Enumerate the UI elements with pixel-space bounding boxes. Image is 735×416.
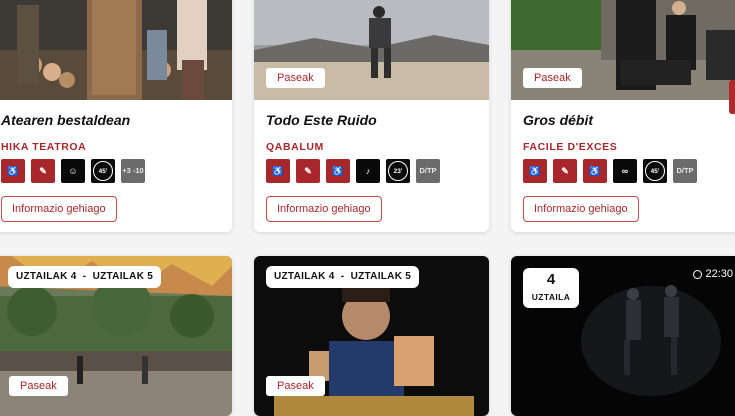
more-info-button[interactable]: Informazio gehiago — [1, 196, 117, 222]
company-name: QABALUM — [266, 141, 324, 153]
audio-description-icon: ♿ — [1, 159, 25, 183]
hearing-loop-icon: ✎ — [296, 159, 320, 183]
accessibility-icons: ♿ ✎ ♿ ∞ 45' D/TP — [523, 159, 697, 183]
show-title[interactable]: Todo Este Ruido — [266, 112, 377, 128]
wheelchair-icon: ♿ — [583, 159, 607, 183]
category-tag: Paseak — [266, 376, 325, 396]
event-card-3[interactable]: 4 UZTAILA 22:30 — [511, 256, 735, 416]
audio-description-icon: ♿ — [523, 159, 547, 183]
category-tag: Paseak — [523, 68, 582, 88]
more-info-button[interactable]: Informazio gehiago — [266, 196, 382, 222]
all-public-icon: D/TP — [673, 159, 697, 183]
event-time: 22:30 — [693, 268, 733, 280]
wheelchair-icon: ♿ — [326, 159, 350, 183]
clock-icon — [693, 269, 703, 279]
show-card-1[interactable]: Atearen bestaldean HIKA TEATROA ♿ ✎ ☺ 45… — [0, 0, 232, 232]
circus-icon: ∞ — [613, 159, 637, 183]
event-date: 4 UZTAILA — [523, 268, 579, 308]
show-title[interactable]: Gros débit — [523, 112, 593, 128]
show-card-3[interactable]: Paseak Gros débit FACILE D'EXCES ♿ ✎ ♿ ∞… — [511, 0, 735, 232]
show-card-2[interactable]: Paseak Todo Este Ruido QABALUM ♿ ✎ ♿ ♪ 2… — [254, 0, 489, 232]
accessibility-icons: ♿ ✎ ♿ ♪ 23' D/TP — [266, 159, 440, 183]
company-name: FACILE D'EXCES — [523, 141, 618, 153]
duration-icon: 23' — [386, 159, 410, 183]
accessibility-icons: ♿ ✎ ☺ 45' +3 -10 — [1, 159, 145, 183]
event-day: 4 — [546, 271, 556, 288]
company-name: HIKA TEATROA — [1, 141, 87, 153]
event-card-2[interactable]: UZTAILAK 4 - UZTAILAK 5 Paseak — [254, 256, 489, 416]
date-range: UZTAILAK 4 - UZTAILAK 5 — [266, 266, 420, 288]
more-info-button[interactable]: Informazio gehiago — [523, 196, 639, 222]
audio-description-icon: ♿ — [266, 159, 290, 183]
show-title[interactable]: Atearen bestaldean — [1, 112, 130, 128]
hearing-loop-icon: ✎ — [31, 159, 55, 183]
show-image[interactable] — [0, 0, 232, 100]
event-month: UZTAILA — [531, 292, 571, 302]
hearing-loop-icon: ✎ — [553, 159, 577, 183]
event-card-1[interactable]: UZTAILAK 4 - UZTAILAK 5 Paseak — [0, 256, 232, 416]
duration-icon: 45' — [91, 159, 115, 183]
all-public-icon: D/TP — [416, 159, 440, 183]
side-scroll-tab[interactable] — [729, 80, 735, 114]
category-tag: Paseak — [266, 68, 325, 88]
age-rating-icon: +3 -10 — [121, 159, 145, 183]
category-tag: Paseak — [9, 376, 68, 396]
duration-icon: 45' — [643, 159, 667, 183]
date-range: UZTAILAK 4 - UZTAILAK 5 — [8, 266, 162, 288]
theatre-masks-icon: ☺ — [61, 159, 85, 183]
dance-icon: ♪ — [356, 159, 380, 183]
